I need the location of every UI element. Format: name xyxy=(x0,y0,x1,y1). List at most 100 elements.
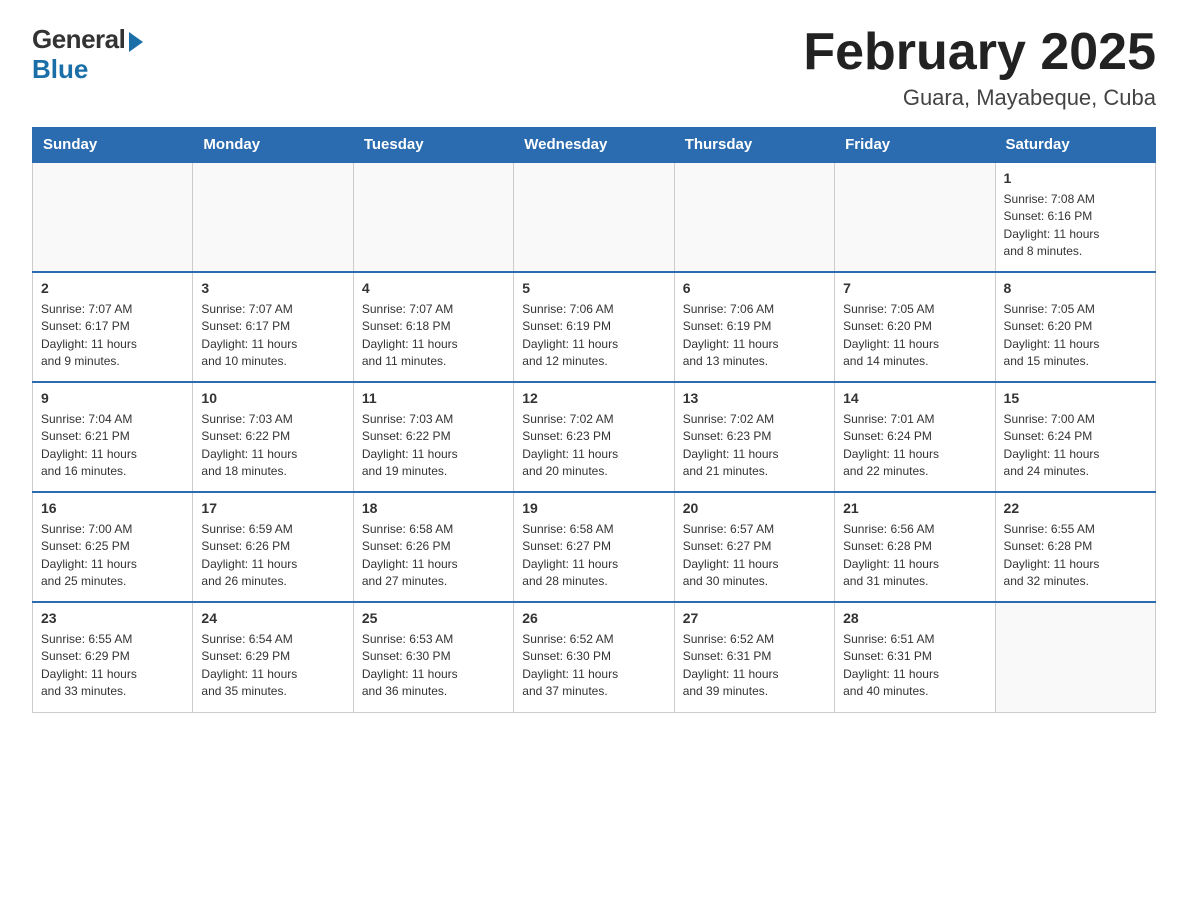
logo-blue-text: Blue xyxy=(32,55,88,84)
table-row: 3Sunrise: 7:07 AM Sunset: 6:17 PM Daylig… xyxy=(193,272,353,382)
day-number: 24 xyxy=(201,609,344,629)
day-number: 1 xyxy=(1004,169,1147,189)
day-info: Sunrise: 7:02 AM Sunset: 6:23 PM Dayligh… xyxy=(522,411,665,481)
table-row: 13Sunrise: 7:02 AM Sunset: 6:23 PM Dayli… xyxy=(674,382,834,492)
day-number: 22 xyxy=(1004,499,1147,519)
day-number: 27 xyxy=(683,609,826,629)
day-info: Sunrise: 6:52 AM Sunset: 6:30 PM Dayligh… xyxy=(522,631,665,701)
table-row: 10Sunrise: 7:03 AM Sunset: 6:22 PM Dayli… xyxy=(193,382,353,492)
day-info: Sunrise: 6:51 AM Sunset: 6:31 PM Dayligh… xyxy=(843,631,986,701)
table-row: 18Sunrise: 6:58 AM Sunset: 6:26 PM Dayli… xyxy=(353,492,513,602)
day-info: Sunrise: 7:07 AM Sunset: 6:17 PM Dayligh… xyxy=(201,301,344,371)
day-info: Sunrise: 6:54 AM Sunset: 6:29 PM Dayligh… xyxy=(201,631,344,701)
location-text: Guara, Mayabeque, Cuba xyxy=(803,85,1156,111)
day-number: 15 xyxy=(1004,389,1147,409)
table-row: 5Sunrise: 7:06 AM Sunset: 6:19 PM Daylig… xyxy=(514,272,674,382)
table-row: 17Sunrise: 6:59 AM Sunset: 6:26 PM Dayli… xyxy=(193,492,353,602)
day-info: Sunrise: 7:07 AM Sunset: 6:17 PM Dayligh… xyxy=(41,301,184,371)
table-row: 6Sunrise: 7:06 AM Sunset: 6:19 PM Daylig… xyxy=(674,272,834,382)
day-number: 20 xyxy=(683,499,826,519)
day-info: Sunrise: 6:58 AM Sunset: 6:27 PM Dayligh… xyxy=(522,521,665,591)
day-number: 26 xyxy=(522,609,665,629)
day-info: Sunrise: 7:00 AM Sunset: 6:25 PM Dayligh… xyxy=(41,521,184,591)
day-info: Sunrise: 7:08 AM Sunset: 6:16 PM Dayligh… xyxy=(1004,191,1147,261)
calendar-table: Sunday Monday Tuesday Wednesday Thursday… xyxy=(32,127,1156,713)
day-number: 5 xyxy=(522,279,665,299)
day-info: Sunrise: 7:03 AM Sunset: 6:22 PM Dayligh… xyxy=(362,411,505,481)
title-area: February 2025 Guara, Mayabeque, Cuba xyxy=(803,24,1156,111)
day-number: 10 xyxy=(201,389,344,409)
day-number: 6 xyxy=(683,279,826,299)
day-number: 7 xyxy=(843,279,986,299)
calendar-week-row: 2Sunrise: 7:07 AM Sunset: 6:17 PM Daylig… xyxy=(33,272,1156,382)
day-number: 17 xyxy=(201,499,344,519)
table-row: 19Sunrise: 6:58 AM Sunset: 6:27 PM Dayli… xyxy=(514,492,674,602)
table-row: 23Sunrise: 6:55 AM Sunset: 6:29 PM Dayli… xyxy=(33,602,193,712)
table-row: 16Sunrise: 7:00 AM Sunset: 6:25 PM Dayli… xyxy=(33,492,193,602)
day-number: 21 xyxy=(843,499,986,519)
col-tuesday: Tuesday xyxy=(353,128,513,163)
day-number: 18 xyxy=(362,499,505,519)
day-info: Sunrise: 6:52 AM Sunset: 6:31 PM Dayligh… xyxy=(683,631,826,701)
table-row xyxy=(193,162,353,272)
day-number: 25 xyxy=(362,609,505,629)
day-number: 28 xyxy=(843,609,986,629)
day-info: Sunrise: 7:06 AM Sunset: 6:19 PM Dayligh… xyxy=(683,301,826,371)
table-row: 12Sunrise: 7:02 AM Sunset: 6:23 PM Dayli… xyxy=(514,382,674,492)
logo: General Blue xyxy=(32,24,143,84)
day-info: Sunrise: 6:55 AM Sunset: 6:28 PM Dayligh… xyxy=(1004,521,1147,591)
day-info: Sunrise: 7:05 AM Sunset: 6:20 PM Dayligh… xyxy=(843,301,986,371)
calendar-week-row: 9Sunrise: 7:04 AM Sunset: 6:21 PM Daylig… xyxy=(33,382,1156,492)
table-row xyxy=(33,162,193,272)
col-wednesday: Wednesday xyxy=(514,128,674,163)
day-number: 4 xyxy=(362,279,505,299)
table-row: 28Sunrise: 6:51 AM Sunset: 6:31 PM Dayli… xyxy=(835,602,995,712)
day-number: 13 xyxy=(683,389,826,409)
table-row: 9Sunrise: 7:04 AM Sunset: 6:21 PM Daylig… xyxy=(33,382,193,492)
col-sunday: Sunday xyxy=(33,128,193,163)
day-number: 19 xyxy=(522,499,665,519)
col-friday: Friday xyxy=(835,128,995,163)
col-saturday: Saturday xyxy=(995,128,1155,163)
table-row: 15Sunrise: 7:00 AM Sunset: 6:24 PM Dayli… xyxy=(995,382,1155,492)
table-row xyxy=(674,162,834,272)
day-info: Sunrise: 7:06 AM Sunset: 6:19 PM Dayligh… xyxy=(522,301,665,371)
day-info: Sunrise: 6:59 AM Sunset: 6:26 PM Dayligh… xyxy=(201,521,344,591)
day-info: Sunrise: 6:55 AM Sunset: 6:29 PM Dayligh… xyxy=(41,631,184,701)
table-row: 2Sunrise: 7:07 AM Sunset: 6:17 PM Daylig… xyxy=(33,272,193,382)
day-number: 8 xyxy=(1004,279,1147,299)
table-row: 8Sunrise: 7:05 AM Sunset: 6:20 PM Daylig… xyxy=(995,272,1155,382)
calendar-header-row: Sunday Monday Tuesday Wednesday Thursday… xyxy=(33,128,1156,163)
day-number: 12 xyxy=(522,389,665,409)
day-info: Sunrise: 6:56 AM Sunset: 6:28 PM Dayligh… xyxy=(843,521,986,591)
calendar-week-row: 23Sunrise: 6:55 AM Sunset: 6:29 PM Dayli… xyxy=(33,602,1156,712)
table-row xyxy=(835,162,995,272)
month-title: February 2025 xyxy=(803,24,1156,81)
day-info: Sunrise: 6:53 AM Sunset: 6:30 PM Dayligh… xyxy=(362,631,505,701)
day-info: Sunrise: 7:00 AM Sunset: 6:24 PM Dayligh… xyxy=(1004,411,1147,481)
table-row xyxy=(353,162,513,272)
logo-general-text: General xyxy=(32,24,125,55)
day-info: Sunrise: 7:02 AM Sunset: 6:23 PM Dayligh… xyxy=(683,411,826,481)
day-info: Sunrise: 7:04 AM Sunset: 6:21 PM Dayligh… xyxy=(41,411,184,481)
col-thursday: Thursday xyxy=(674,128,834,163)
table-row: 21Sunrise: 6:56 AM Sunset: 6:28 PM Dayli… xyxy=(835,492,995,602)
logo-arrow-icon xyxy=(129,32,143,52)
day-info: Sunrise: 7:05 AM Sunset: 6:20 PM Dayligh… xyxy=(1004,301,1147,371)
day-info: Sunrise: 6:58 AM Sunset: 6:26 PM Dayligh… xyxy=(362,521,505,591)
table-row: 22Sunrise: 6:55 AM Sunset: 6:28 PM Dayli… xyxy=(995,492,1155,602)
col-monday: Monday xyxy=(193,128,353,163)
table-row xyxy=(995,602,1155,712)
table-row xyxy=(514,162,674,272)
day-info: Sunrise: 7:07 AM Sunset: 6:18 PM Dayligh… xyxy=(362,301,505,371)
table-row: 14Sunrise: 7:01 AM Sunset: 6:24 PM Dayli… xyxy=(835,382,995,492)
table-row: 7Sunrise: 7:05 AM Sunset: 6:20 PM Daylig… xyxy=(835,272,995,382)
page-header: General Blue February 2025 Guara, Mayabe… xyxy=(32,24,1156,111)
day-info: Sunrise: 7:03 AM Sunset: 6:22 PM Dayligh… xyxy=(201,411,344,481)
table-row: 1Sunrise: 7:08 AM Sunset: 6:16 PM Daylig… xyxy=(995,162,1155,272)
day-number: 3 xyxy=(201,279,344,299)
table-row: 24Sunrise: 6:54 AM Sunset: 6:29 PM Dayli… xyxy=(193,602,353,712)
day-number: 14 xyxy=(843,389,986,409)
calendar-week-row: 16Sunrise: 7:00 AM Sunset: 6:25 PM Dayli… xyxy=(33,492,1156,602)
table-row: 4Sunrise: 7:07 AM Sunset: 6:18 PM Daylig… xyxy=(353,272,513,382)
